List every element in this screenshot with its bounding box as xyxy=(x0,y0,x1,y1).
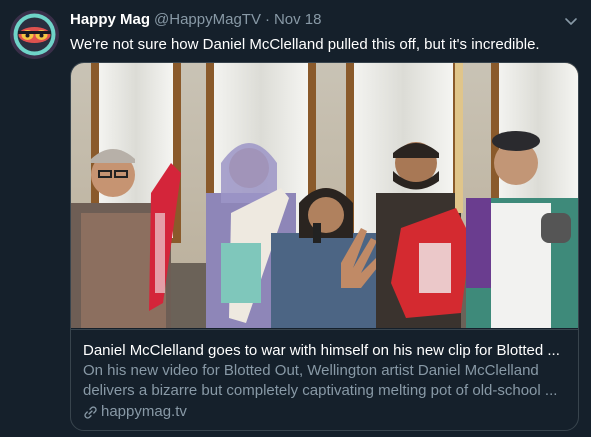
band-photo xyxy=(71,63,578,328)
link-icon xyxy=(83,405,98,420)
card-description-line-1: On his new video for Blotted Out, Wellin… xyxy=(83,362,539,379)
avatar[interactable] xyxy=(10,10,59,59)
card-description-line-2: delivers a bizarre but completely captiv… xyxy=(83,382,558,399)
card-domain[interactable]: happymag.tv xyxy=(83,402,566,422)
tweet[interactable]: Happy Mag @HappyMagTV · Nov 18 We're not… xyxy=(0,0,591,437)
link-card[interactable]: Daniel McClelland goes to war with himse… xyxy=(70,62,579,431)
card-body[interactable]: Daniel McClelland goes to war with himse… xyxy=(71,329,578,430)
card-title[interactable]: Daniel McClelland goes to war with himse… xyxy=(83,341,566,361)
timestamp[interactable]: Nov 18 xyxy=(274,11,322,28)
tweet-text: We're not sure how Daniel McClelland pul… xyxy=(70,36,540,53)
card-image[interactable] xyxy=(71,63,578,328)
separator-dot: · xyxy=(264,11,270,28)
happy-mag-logo xyxy=(10,10,59,59)
user-handle[interactable]: @HappyMagTV xyxy=(154,11,261,28)
card-domain-text[interactable]: happymag.tv xyxy=(101,402,187,422)
chevron-down-icon[interactable] xyxy=(562,12,580,30)
display-name[interactable]: Happy Mag xyxy=(70,11,150,28)
tweet-header: Happy Mag @HappyMagTV · Nov 18 xyxy=(70,11,321,31)
